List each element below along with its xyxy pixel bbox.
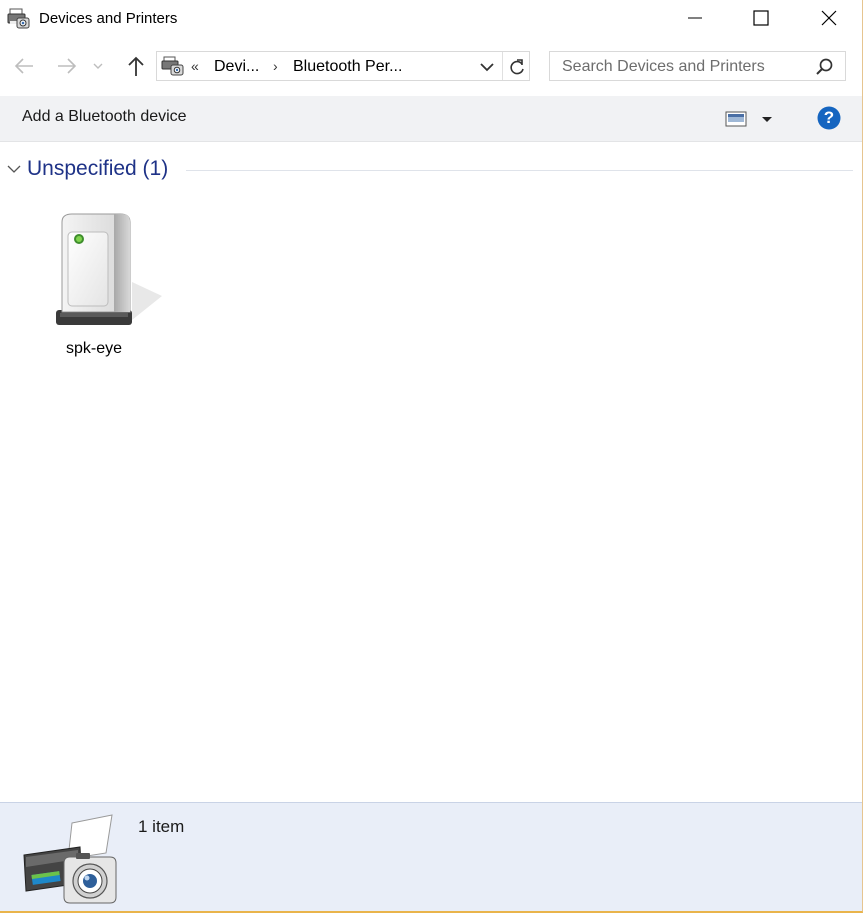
minimize-button[interactable]	[662, 0, 728, 36]
add-bluetooth-device-button[interactable]: Add a Bluetooth device	[22, 108, 187, 126]
view-icon	[725, 111, 747, 127]
forward-arrow-icon	[58, 58, 77, 74]
maximize-icon	[753, 10, 769, 26]
back-button[interactable]	[12, 54, 36, 78]
back-arrow-icon	[14, 58, 33, 74]
chevron-down-icon	[93, 63, 103, 69]
devices-and-printers-icon	[20, 813, 120, 905]
search-box[interactable]: Search Devices and Printers	[549, 51, 846, 81]
title-bar: Devices and Printers	[0, 0, 862, 38]
breadcrumb-separator[interactable]: ›	[273, 58, 278, 74]
search-icon[interactable]	[814, 57, 834, 77]
up-arrow-icon	[128, 56, 144, 76]
devices-printers-location-icon	[161, 56, 185, 76]
group-header-unspecified[interactable]: Unspecified (1)	[0, 152, 862, 188]
address-history-dropdown[interactable]	[477, 58, 497, 76]
address-overflow-chevron[interactable]: «	[191, 58, 199, 74]
chevron-down-icon	[480, 63, 494, 72]
devices-printers-app-icon	[7, 8, 31, 30]
recent-locations-button[interactable]	[90, 54, 106, 78]
search-input[interactable]: Search Devices and Printers	[562, 58, 765, 76]
device-label: spk-eye	[65, 340, 123, 357]
help-button[interactable]: ?	[817, 106, 841, 130]
help-glyph: ?	[823, 108, 835, 127]
maximize-button[interactable]	[728, 0, 794, 36]
breadcrumb-devices[interactable]: Devi...	[214, 58, 259, 76]
group-divider	[186, 170, 853, 171]
close-button[interactable]	[796, 0, 862, 36]
forward-button[interactable]	[55, 54, 79, 78]
view-dropdown-icon	[762, 117, 772, 122]
item-count: 1 item	[138, 817, 185, 836]
devices-and-printers-window: Devices and Printers « Devi... › Bluetoo…	[0, 0, 863, 913]
group-label: Unspecified (1)	[27, 157, 169, 180]
address-bar[interactable]: « Devi... › Bluetooth Per...	[156, 51, 530, 81]
device-item-spk-eye[interactable]: spk-eye	[40, 200, 162, 365]
command-bar: Add a Bluetooth device ?	[0, 96, 862, 142]
close-icon	[821, 10, 837, 26]
generic-device-icon	[52, 210, 162, 328]
refresh-icon	[510, 59, 524, 75]
minimize-icon	[688, 17, 702, 19]
refresh-button[interactable]	[506, 56, 528, 78]
address-divider	[502, 52, 503, 80]
details-pane: 1 item	[0, 802, 862, 911]
change-view-button[interactable]	[725, 108, 777, 130]
up-button[interactable]	[124, 54, 148, 78]
navigation-bar: « Devi... › Bluetooth Per... Search Devi…	[0, 40, 862, 94]
breadcrumb-bluetooth[interactable]: Bluetooth Per...	[293, 58, 402, 76]
chevron-down-icon[interactable]	[6, 162, 22, 176]
window-title: Devices and Printers	[39, 10, 178, 27]
